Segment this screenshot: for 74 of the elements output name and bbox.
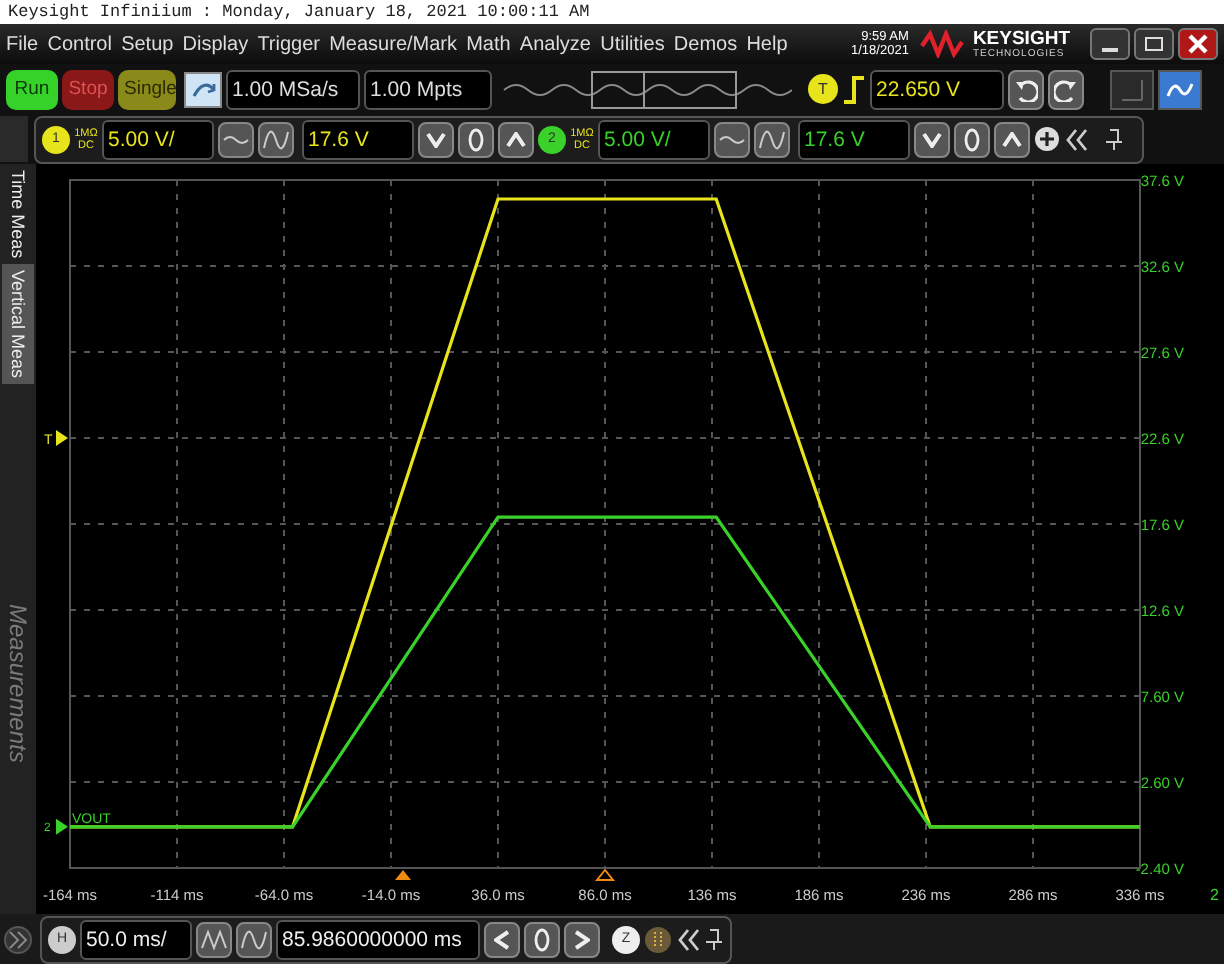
- menu-item[interactable]: Trigger: [257, 33, 320, 55]
- window-title: Keysight Infiniium : Monday, January 18, 2021 10:00:11 AM: [8, 2, 590, 22]
- side-tab[interactable]: Vertical Meas: [2, 264, 34, 385]
- vertical-scale-field[interactable]: 5.00 V/: [598, 119, 710, 159]
- vertical-scale-field[interactable]: 5.00 V/: [102, 119, 214, 159]
- run-button[interactable]: Run: [6, 69, 58, 109]
- menu-item[interactable]: Utilities: [600, 33, 665, 55]
- menu-item[interactable]: Analyze: [519, 33, 591, 55]
- down-arrow-button[interactable]: [914, 121, 950, 157]
- memory-depth-field[interactable]: 1.00 Mpts: [364, 69, 492, 109]
- rising-edge-icon: [842, 75, 866, 103]
- time-reference-marker: [594, 868, 616, 881]
- marker-icon[interactable]: [644, 925, 672, 953]
- time-scale-field[interactable]: 50.0 ms/: [80, 919, 192, 959]
- sample-rate-field[interactable]: 1.00 MSa/s: [226, 69, 360, 109]
- coarse-wave-button[interactable]: [754, 121, 790, 157]
- up-arrow-button[interactable]: [994, 121, 1030, 157]
- maximize-button[interactable]: [1134, 28, 1174, 60]
- logo-name: KEYSIGHT: [972, 29, 1070, 47]
- double-chevron-icon: [8, 929, 28, 949]
- menu-item[interactable]: Setup: [121, 33, 174, 55]
- menu-item[interactable]: Help: [746, 33, 788, 55]
- left-arrow-button[interactable]: [484, 921, 520, 957]
- redo-icon: [1054, 77, 1078, 101]
- close-button[interactable]: [1178, 28, 1218, 60]
- oval-icon: [468, 127, 484, 151]
- zigzag-icon: [200, 927, 228, 951]
- redo-button[interactable]: [1048, 69, 1084, 109]
- menu-item[interactable]: Math: [466, 33, 511, 55]
- corner-icon: [1120, 77, 1144, 101]
- wave-logo-icon: [920, 30, 965, 58]
- pin-icon[interactable]: [704, 927, 724, 951]
- pin-icon[interactable]: [1104, 127, 1124, 151]
- expand-button[interactable]: [4, 925, 32, 953]
- ground-marker-label: 2: [1210, 886, 1219, 904]
- menu-item[interactable]: File: [6, 33, 39, 55]
- wave-icon: [758, 127, 786, 151]
- menu-item[interactable]: Display: [182, 33, 249, 55]
- oval-icon: [964, 127, 980, 151]
- undo-button[interactable]: [1008, 69, 1044, 109]
- down-arrow-button[interactable]: [418, 121, 454, 157]
- minimize-button[interactable]: [1090, 28, 1130, 60]
- wave-icon: [240, 927, 268, 951]
- menu-item[interactable]: Demos: [673, 33, 738, 55]
- zero-button[interactable]: [458, 121, 494, 157]
- wave-button[interactable]: [236, 921, 272, 957]
- menu-item[interactable]: Measure/Mark: [329, 33, 457, 55]
- zero-button[interactable]: [954, 121, 990, 157]
- add-icon[interactable]: [1034, 126, 1060, 152]
- collapse-icon[interactable]: [676, 927, 700, 951]
- undo-icon: [1014, 77, 1038, 101]
- trigger-level-field[interactable]: 22.650 V: [870, 69, 1004, 109]
- fine-wave-button[interactable]: [218, 121, 254, 157]
- fine-wave-button[interactable]: [714, 121, 750, 157]
- menu-item[interactable]: Control: [47, 33, 112, 55]
- autoscale-button[interactable]: [184, 71, 222, 107]
- right-arrow-button[interactable]: [564, 921, 600, 957]
- maximize-icon: [1144, 36, 1164, 52]
- trigger-badge[interactable]: T: [808, 74, 838, 104]
- time-position-field[interactable]: 85.9860000000 ms: [276, 919, 480, 959]
- up-arrow-button[interactable]: [498, 121, 534, 157]
- offset-field[interactable]: 17.6 V: [798, 119, 910, 159]
- oval-icon: [534, 927, 550, 951]
- waveform-button[interactable]: [1158, 69, 1202, 109]
- close-icon: [1188, 34, 1208, 54]
- coarse-wave-button[interactable]: [258, 121, 294, 157]
- zigzag-wave-button[interactable]: [196, 921, 232, 957]
- side-tab[interactable]: Time Meas: [2, 164, 34, 265]
- single-button[interactable]: Single: [118, 69, 176, 109]
- panel-title: Measurements: [4, 604, 32, 764]
- collapse-icon[interactable]: [1064, 127, 1088, 151]
- wave-icon: [262, 127, 290, 151]
- offset-field[interactable]: 17.6 V: [302, 119, 414, 159]
- zero-button[interactable]: [524, 921, 560, 957]
